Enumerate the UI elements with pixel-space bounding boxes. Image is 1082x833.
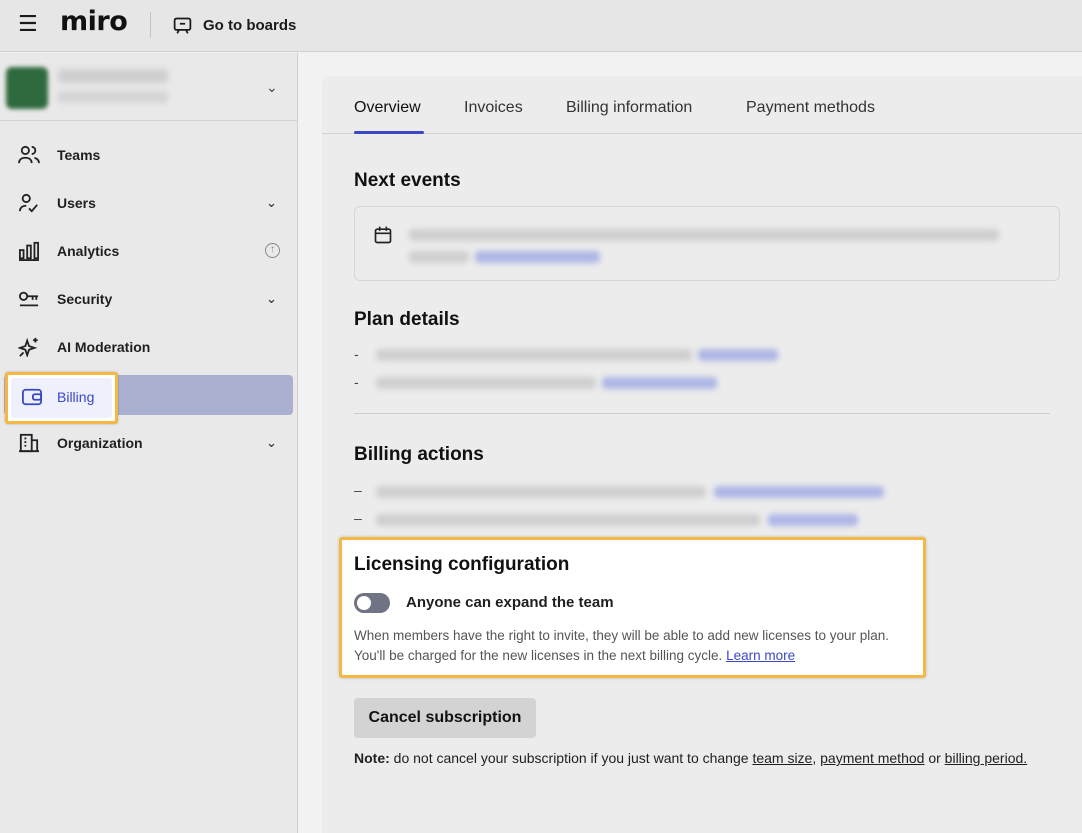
sidebar-item-label: Users: [57, 195, 96, 211]
sidebar-item-teams[interactable]: Teams: [0, 135, 297, 175]
expand-team-toggle-label: Anyone can expand the team: [406, 594, 614, 611]
redacted-link[interactable]: [602, 377, 717, 389]
divider: [150, 12, 151, 38]
sidebar: ⌄ Teams Users ⌄ Analytics ↑ Security ⌄ A…: [0, 53, 298, 833]
tab-invoices[interactable]: Invoices: [464, 99, 523, 117]
tab-payment-methods[interactable]: Payment methods: [746, 99, 875, 117]
redacted-text: [409, 251, 469, 263]
sidebar-item-security[interactable]: Security ⌄: [0, 279, 297, 319]
main-content: Overview Invoices Billing information Pa…: [322, 76, 1082, 833]
org-avatar: [6, 67, 48, 109]
billing-actions-heading: Billing actions: [354, 444, 484, 465]
tab-bar: Overview Invoices Billing information Pa…: [322, 76, 1082, 134]
chevron-down-icon: ⌄: [266, 79, 278, 95]
users-icon: [18, 145, 40, 165]
tab-billing-information[interactable]: Billing information: [566, 99, 692, 117]
redacted-text: [376, 514, 760, 526]
billing-highlight[interactable]: Billing: [5, 372, 118, 424]
list-bullet: –: [354, 482, 362, 498]
licensing-description: When members have the right to invite, t…: [354, 626, 919, 666]
redacted-link[interactable]: [714, 486, 884, 498]
next-events-heading: Next events: [354, 170, 461, 191]
next-event-card: [354, 206, 1060, 281]
team-size-link[interactable]: team size: [752, 750, 812, 766]
redacted-text: [376, 349, 692, 361]
sidebar-item-organization[interactable]: Organization ⌄: [0, 423, 297, 463]
note-text: do not cancel your subscription if you j…: [389, 750, 753, 766]
sidebar-item-label: AI Moderation: [57, 339, 151, 355]
licensing-configuration-heading: Licensing configuration: [354, 554, 570, 575]
chevron-down-icon: ⌄: [266, 195, 277, 210]
redacted-text: [409, 229, 999, 241]
plan-details-heading: Plan details: [354, 309, 460, 330]
sparkles-icon: [17, 337, 40, 359]
learn-more-link[interactable]: Learn more: [726, 648, 795, 663]
top-bar: ☰ miro Go to boards: [0, 0, 1082, 52]
tab-overview[interactable]: Overview: [354, 99, 421, 117]
org-name-redacted: [58, 69, 168, 83]
billing-period-link[interactable]: billing period.: [945, 750, 1028, 766]
menu-icon[interactable]: ☰: [18, 13, 40, 35]
cancel-note: Note: do not cancel your subscription if…: [354, 749, 1054, 768]
key-icon: [18, 289, 40, 309]
building-icon: [18, 433, 40, 453]
redacted-text: [376, 486, 706, 498]
upgrade-icon: ↑: [265, 243, 280, 258]
note-prefix: Note:: [354, 750, 390, 766]
redacted-link[interactable]: [475, 251, 600, 263]
active-tab-indicator: [354, 131, 424, 134]
miro-logo[interactable]: miro: [60, 6, 128, 37]
redacted-link[interactable]: [768, 514, 858, 526]
cancel-subscription-button[interactable]: Cancel subscription: [354, 698, 536, 738]
sidebar-item-analytics[interactable]: Analytics ↑: [0, 231, 297, 271]
go-to-boards-label: Go to boards: [203, 16, 297, 34]
sidebar-item-label: Security: [57, 291, 113, 307]
go-to-boards-button[interactable]: Go to boards: [172, 12, 296, 38]
payment-method-link[interactable]: payment method: [820, 750, 924, 766]
sidebar-item-ai-moderation[interactable]: AI Moderation: [0, 327, 297, 367]
org-switcher[interactable]: ⌄: [0, 53, 297, 121]
redacted-text: [376, 377, 596, 389]
note-separator: or: [924, 750, 945, 766]
calendar-icon: [374, 226, 392, 244]
sidebar-item-label: Organization: [57, 435, 143, 451]
board-icon: [173, 17, 192, 34]
list-bullet: -: [354, 346, 359, 362]
list-bullet: -: [354, 374, 359, 390]
sidebar-item-label: Teams: [57, 147, 101, 163]
chevron-down-icon: ⌄: [266, 291, 277, 306]
wallet-icon: [21, 387, 43, 407]
user-check-icon: [18, 193, 40, 213]
section-divider: [354, 413, 1050, 414]
licensing-description-text: When members have the right to invite, t…: [354, 628, 890, 663]
org-plan-redacted: [58, 91, 168, 103]
chevron-down-icon: ⌄: [266, 435, 277, 450]
bar-chart-icon: [18, 241, 40, 261]
sidebar-item-label: Analytics: [57, 243, 120, 259]
note-separator: ,: [812, 750, 821, 766]
expand-team-toggle[interactable]: [354, 593, 390, 613]
licensing-configuration-panel: Licensing configuration Anyone can expan…: [339, 537, 926, 678]
billing-label: Billing: [57, 389, 95, 405]
toggle-knob: [357, 596, 371, 610]
list-bullet: –: [354, 510, 362, 526]
sidebar-item-users[interactable]: Users ⌄: [0, 183, 297, 223]
redacted-link[interactable]: [698, 349, 778, 361]
